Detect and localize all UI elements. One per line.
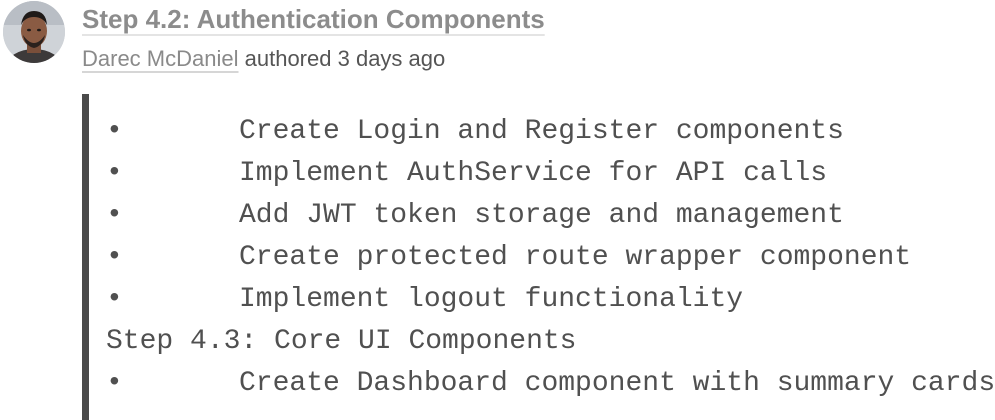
commit-time: 3 days ago	[337, 46, 446, 71]
message-line-text: Create Dashboard component with summary …	[239, 368, 995, 399]
message-line-bullet: • Create Dashboard component with summar…	[106, 363, 995, 405]
bullet-icon: •	[106, 242, 123, 273]
bullet-icon: •	[106, 368, 123, 399]
bullet-icon: •	[106, 158, 123, 189]
message-line-text: Implement AuthService for API calls	[239, 158, 828, 189]
message-line-bullet: • Create Login and Register components	[106, 111, 844, 153]
message-line-bullet: • Implement AuthService for API calls	[106, 153, 827, 195]
author-link[interactable]: Darec McDaniel	[82, 46, 239, 71]
author-avatar[interactable]	[3, 1, 65, 63]
message-line-text: Create Login and Register components	[239, 116, 844, 147]
bullet-icon: •	[106, 284, 123, 315]
bullet-icon: •	[106, 200, 123, 231]
message-line-bullet: • Implement logout functionality	[106, 279, 743, 321]
message-line-bullet: • Add JWT token storage and management	[106, 195, 844, 237]
message-line-text: Create protected route wrapper component	[239, 242, 912, 273]
commit-meta: Darec McDaniel authored 3 days ago	[82, 46, 445, 72]
message-line-text: Add JWT token storage and management	[239, 200, 844, 231]
message-line-text: Implement logout functionality	[239, 284, 744, 315]
message-line-bullet: • Create protected route wrapper compone…	[106, 237, 911, 279]
commit-message: • Create Login and Register components •…	[82, 94, 995, 420]
authored-label: authored	[244, 46, 332, 71]
message-line-heading: Step 4.3: Core UI Components	[106, 326, 577, 357]
bullet-icon: •	[106, 116, 123, 147]
commit-title[interactable]: Step 4.2: Authentication Components	[82, 4, 545, 35]
avatar-photo	[3, 1, 65, 63]
